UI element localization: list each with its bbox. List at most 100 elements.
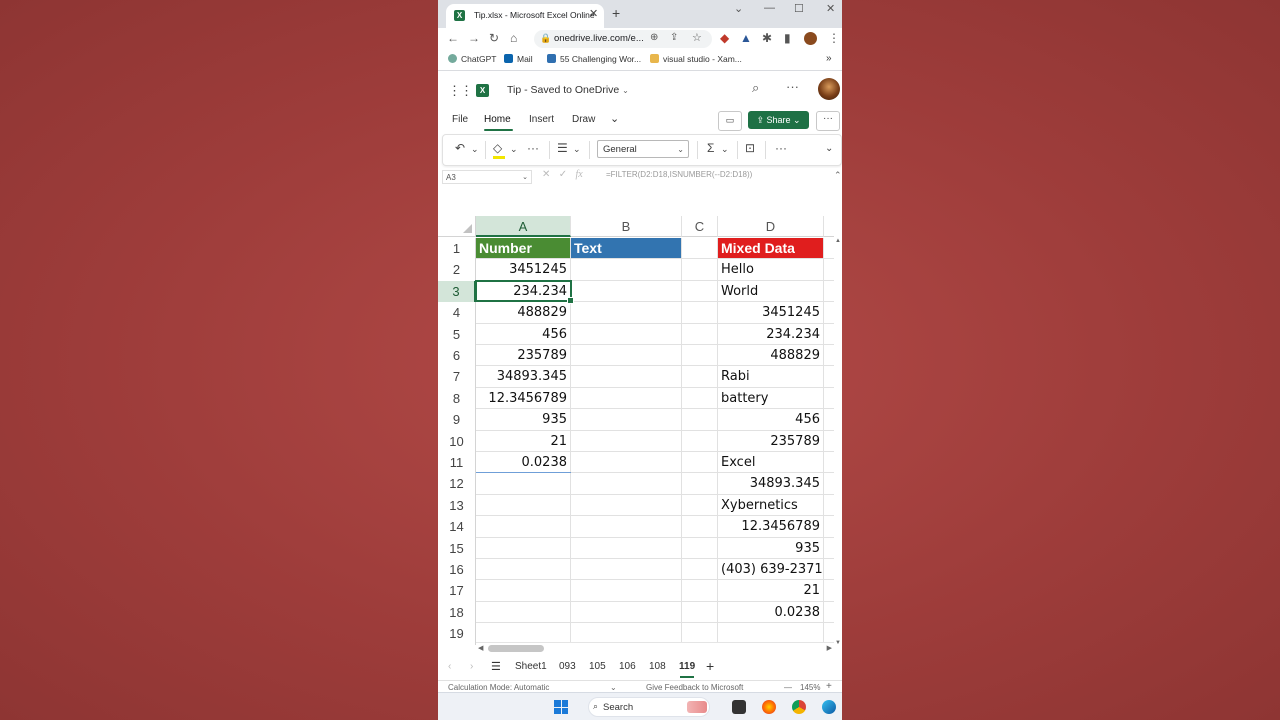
back-icon[interactable]: ←: [447, 31, 459, 45]
row-header-11[interactable]: 11: [438, 452, 476, 474]
tab-search-icon[interactable]: ⌄: [734, 2, 743, 15]
cell-d10[interactable]: 235789: [718, 430, 824, 452]
cell-d15[interactable]: 935: [718, 537, 824, 559]
horizontal-scrollbar[interactable]: ◀ ▶: [476, 642, 834, 655]
row-header-3[interactable]: 3: [438, 280, 476, 303]
cell-e16[interactable]: [824, 559, 834, 581]
cell-e11[interactable]: [824, 452, 834, 474]
cell-a8[interactable]: 12.3456789: [476, 387, 571, 410]
share-page-icon[interactable]: ⇪: [670, 32, 678, 43]
home-icon[interactable]: ⌂: [510, 31, 517, 45]
scroll-down-icon[interactable]: ▼: [835, 640, 841, 646]
fill-handle[interactable]: [567, 297, 574, 305]
row-header-19[interactable]: 19: [438, 623, 476, 645]
cell-a15[interactable]: [476, 537, 571, 559]
cell-d7[interactable]: Rabi: [718, 366, 824, 388]
zoom-in-icon[interactable]: +: [826, 681, 832, 692]
scroll-right-icon[interactable]: ▶: [827, 644, 832, 652]
cell-a10[interactable]: 21: [476, 430, 571, 452]
cell-b11[interactable]: [571, 452, 682, 474]
cell-d5[interactable]: 234.234: [718, 323, 824, 345]
cell-c14[interactable]: [682, 516, 718, 538]
cell-e5[interactable]: [824, 324, 834, 345]
cell-e6[interactable]: [824, 345, 834, 367]
cell-a7[interactable]: 34893.345: [476, 366, 571, 388]
cell-b12[interactable]: [571, 473, 682, 495]
extension-2-icon[interactable]: ▲: [740, 31, 752, 45]
more-options-icon[interactable]: ···: [786, 79, 799, 94]
extensions-puzzle-icon[interactable]: ✱: [762, 31, 772, 45]
bookmark-mail[interactable]: Mail: [504, 54, 533, 64]
cell-d2[interactable]: Hello: [718, 259, 824, 281]
cell-a2[interactable]: 3451245: [476, 259, 571, 281]
scroll-up-icon[interactable]: ▲: [835, 238, 841, 244]
cell-d9[interactable]: 456: [718, 409, 824, 431]
cell-c16[interactable]: [682, 559, 718, 581]
side-panel-icon[interactable]: ▮: [784, 31, 791, 45]
cell-b9[interactable]: [571, 409, 682, 431]
cell-a12[interactable]: [476, 473, 571, 495]
omnibox[interactable]: 🔒 onedrive.live.com/e... ⊕ ⇪ ☆: [534, 30, 712, 48]
cell-e13[interactable]: [824, 495, 834, 517]
cell-a9[interactable]: 935: [476, 409, 571, 431]
windows-start-icon[interactable]: [554, 700, 568, 714]
sheet-tab-106[interactable]: 106: [619, 661, 636, 672]
cell-e2[interactable]: [824, 259, 834, 281]
cell-c7[interactable]: [682, 366, 718, 388]
cell-b15[interactable]: [571, 537, 682, 559]
fill-color-icon[interactable]: ◇: [493, 141, 505, 159]
add-sheet-icon[interactable]: +: [706, 658, 714, 674]
align-icon[interactable]: ☰: [557, 141, 568, 155]
new-tab-icon[interactable]: +: [612, 5, 620, 21]
more-format-icon[interactable]: ···: [527, 141, 539, 155]
sheet-tab-119[interactable]: 119: [679, 661, 695, 672]
row-header-1[interactable]: 1: [438, 238, 476, 260]
sheet-tab-093[interactable]: 093: [559, 661, 576, 672]
align-dropdown-icon[interactable]: ⌄: [573, 144, 581, 155]
cell-a11[interactable]: 0.0238: [476, 452, 571, 474]
column-header-c[interactable]: C: [682, 216, 718, 237]
cell-c13[interactable]: [682, 494, 718, 517]
row-header-9[interactable]: 9: [438, 409, 476, 431]
cell-c5[interactable]: [682, 323, 718, 345]
bookmark-challenging[interactable]: 55 Challenging Wor...: [547, 54, 641, 64]
cell-d11[interactable]: Excel: [718, 452, 824, 474]
cell-c3[interactable]: [682, 280, 718, 303]
cell-b8[interactable]: [571, 387, 682, 410]
close-tab-icon[interactable]: ✕: [589, 7, 598, 20]
column-header-e[interactable]: [824, 216, 834, 237]
row-header-14[interactable]: 14: [438, 516, 476, 538]
browser-menu-icon[interactable]: ⋮: [828, 31, 840, 45]
vertical-scrollbar[interactable]: ▲ ▼: [834, 238, 842, 646]
row-header-5[interactable]: 5: [438, 323, 476, 345]
reload-icon[interactable]: ↻: [489, 31, 499, 45]
sheet-tab-105[interactable]: 105: [589, 661, 606, 672]
cell-e7[interactable]: [824, 366, 834, 388]
cell-e18[interactable]: [824, 602, 834, 624]
profile-avatar[interactable]: [804, 32, 817, 45]
cell-e1[interactable]: [824, 238, 834, 260]
column-header-a[interactable]: A: [476, 216, 571, 237]
row-header-13[interactable]: 13: [438, 494, 476, 517]
cell-d16[interactable]: (403) 639-2371: [718, 559, 824, 581]
cell-a1[interactable]: Number: [476, 238, 571, 260]
cell-c10[interactable]: [682, 430, 718, 452]
extension-icon[interactable]: ◆: [720, 31, 729, 45]
cell-c2[interactable]: [682, 259, 718, 281]
zoom-out-icon[interactable]: —: [784, 683, 792, 692]
chrome-icon[interactable]: [792, 700, 806, 714]
expand-ribbon-icon[interactable]: ⌄: [825, 143, 833, 154]
row-header-18[interactable]: 18: [438, 601, 476, 624]
cell-c1[interactable]: [682, 238, 718, 260]
more-tabs-chevron-icon[interactable]: ⌄: [610, 112, 619, 125]
row-header-6[interactable]: 6: [438, 345, 476, 367]
cell-b5[interactable]: [571, 323, 682, 345]
cell-d14[interactable]: 12.3456789: [718, 516, 824, 538]
horizontal-scroll-thumb[interactable]: [488, 645, 544, 652]
formula-expand-icon[interactable]: ⌃: [834, 170, 842, 181]
cell-b6[interactable]: [571, 345, 682, 367]
bookmark-chatgpt[interactable]: ChatGPT: [448, 54, 496, 64]
cell-e8[interactable]: [824, 388, 834, 410]
cell-d1[interactable]: Mixed Data: [718, 238, 824, 260]
vertical-scroll-thumb[interactable]: [835, 260, 840, 400]
